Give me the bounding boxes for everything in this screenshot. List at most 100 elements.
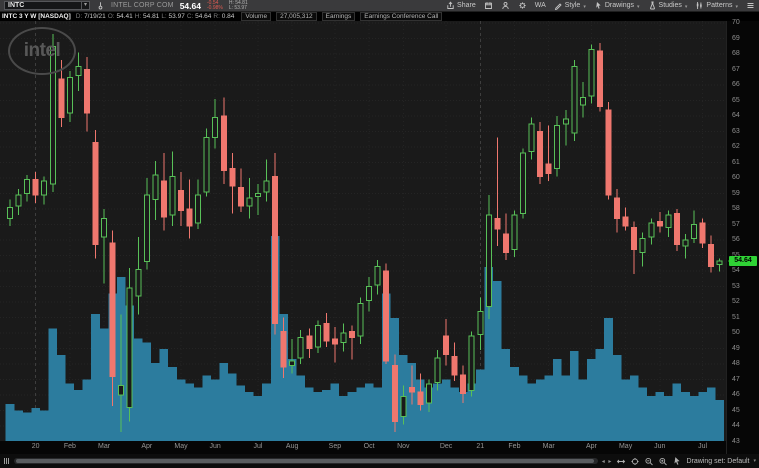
- last-price: 54.64: [179, 0, 201, 11]
- crosshair-icon[interactable]: [630, 457, 640, 466]
- flask-icon: [649, 1, 655, 10]
- time-tick-label: Apr: [141, 443, 153, 450]
- price-tick-label: 70: [732, 19, 740, 26]
- studies-button[interactable]: Studies ▾: [648, 1, 688, 10]
- readout-field: O: 54.41: [107, 13, 133, 20]
- price-tick-label: 51: [732, 313, 740, 321]
- scrollbar-thumb[interactable]: [16, 459, 594, 463]
- grip-icon[interactable]: [3, 457, 10, 465]
- price-tick-label: 59: [732, 189, 740, 197]
- scroll-step-arrows[interactable]: ◂ ▸: [602, 458, 613, 465]
- price-tick-label: 48: [732, 360, 740, 367]
- wa-button[interactable]: WA: [535, 2, 546, 9]
- price-tick-label: 66: [732, 81, 740, 88]
- readout-field: H: 54.81: [134, 13, 160, 20]
- time-tick-label: Jul: [253, 443, 263, 450]
- price-tick-label: 45: [732, 406, 740, 414]
- volume-indicator-button[interactable]: Volume: [241, 12, 272, 21]
- chart-canvas[interactable]: [0, 21, 726, 441]
- price-tick-label: 57: [732, 220, 740, 228]
- readout-field: R: 0.84: [213, 13, 235, 20]
- patterns-icon: [697, 2, 703, 9]
- time-tick-label: Oct: [363, 443, 375, 450]
- chevron-down-icon: ▾: [684, 3, 688, 10]
- user-icon[interactable]: [501, 1, 510, 10]
- price-change: -0.54 -0.98%: [206, 0, 223, 11]
- earnings-button[interactable]: Earnings: [321, 12, 356, 21]
- intel-logo-watermark: intel: [8, 27, 76, 75]
- cursor-icon: [596, 2, 601, 9]
- price-tick-label: 58: [732, 205, 740, 212]
- time-tick-label: Mar: [542, 443, 555, 450]
- symbol-value: INTC: [8, 2, 25, 9]
- price-tick-label: 56: [732, 236, 740, 243]
- link-icon[interactable]: [96, 1, 105, 10]
- pointer-icon[interactable]: [672, 456, 682, 466]
- price-tick-label: 60: [732, 174, 740, 181]
- menu-icon[interactable]: [746, 1, 755, 10]
- time-tick-label: Feb: [508, 443, 521, 450]
- time-tick-label: Feb: [63, 443, 76, 450]
- drawing-set-selector[interactable]: Drawing set: Default: [686, 458, 749, 465]
- time-tick-label: May: [174, 443, 188, 450]
- chevron-down-icon: ▾: [753, 458, 756, 464]
- price-tick-label: 44: [732, 422, 740, 429]
- time-axis[interactable]: 20 Feb Mar Apr May Jun Jul Aug Sep Oct Nov Dec 21 Feb…: [0, 441, 726, 454]
- price-tick-label: 67: [732, 65, 740, 73]
- price-tick-label: 69: [732, 34, 740, 42]
- chevron-down-icon[interactable]: ▾: [80, 2, 89, 9]
- chart-title: INTC 3 Y W [NASDAQ]: [2, 13, 71, 20]
- time-tick-label: Apr: [585, 443, 597, 450]
- patterns-button[interactable]: Patterns ▾: [695, 1, 738, 10]
- ohlc-readout: D: 7/19/21 O: 54.41 H: 54.81 L: 53.97 C: 54.…: [76, 13, 237, 20]
- style-button[interactable]: Style ▾: [554, 1, 586, 10]
- price-tick-label: 52: [732, 298, 740, 305]
- price-tick-label: 62: [732, 143, 740, 150]
- price-tick-label: 49: [732, 344, 740, 352]
- time-tick-label: Dec: [439, 443, 453, 450]
- volume-value: 27,005,312: [276, 12, 317, 21]
- chevron-down-icon: ▾: [735, 3, 738, 10]
- price-tick-label: 63: [732, 127, 740, 135]
- time-tick-label: May: [618, 443, 633, 450]
- chevron-down-icon: ▾: [583, 3, 586, 10]
- pan-icon[interactable]: [616, 457, 626, 466]
- price-tick-label: 65: [732, 96, 740, 104]
- readout-field: D: 7/19/21: [75, 13, 106, 20]
- chevron-down-icon: ▾: [637, 3, 640, 10]
- time-tick-label: Aug: [285, 443, 299, 450]
- drawings-button[interactable]: Drawings ▾: [594, 1, 640, 10]
- zoom-in-icon[interactable]: [658, 457, 668, 466]
- pencil-icon: [554, 3, 562, 10]
- time-scrollbar[interactable]: [14, 458, 598, 464]
- day-high-low: H: 54.81 L: 53.97: [228, 0, 248, 11]
- toolbar-actions: Share WA Style ▾ Drawings ▾ Studies ▾ Pa…: [446, 1, 755, 10]
- bottom-bar: ◂ ▸ Drawing set: Default ▾: [0, 454, 759, 468]
- zoom-out-icon[interactable]: [644, 457, 654, 466]
- price-tick-label: 47: [732, 375, 740, 383]
- chart-readout-bar: INTC 3 Y W [NASDAQ] D: 7/19/21 O: 54.41 H:…: [0, 12, 759, 21]
- time-tick-label: 20: [31, 443, 40, 450]
- time-tick-label: Sep: [328, 443, 342, 450]
- readout-field: C: 54.64: [186, 13, 212, 20]
- tc2000-window: INTC ▾ INTEL CORP COM 54.64 -0.54 -0.98% …: [0, 0, 759, 468]
- price-tick-label: 61: [732, 158, 740, 166]
- last-price-label: 54.64: [728, 256, 757, 267]
- price-tick-label: 50: [732, 329, 740, 336]
- earnings-call-button[interactable]: Earnings Conference Call: [360, 12, 443, 21]
- calendar-icon[interactable]: [484, 1, 493, 10]
- gear-icon[interactable]: [518, 1, 527, 10]
- share-icon: [447, 1, 454, 9]
- chart-area[interactable]: intel: [0, 21, 726, 441]
- top-toolbar: INTC ▾ INTEL CORP COM 54.64 -0.54 -0.98% …: [0, 0, 759, 12]
- price-axis[interactable]: 43 44 45 46 47 48 49 50 51 52 53 54 55 56 57 58 59 60 61 62…: [726, 19, 759, 454]
- time-tick-label: Nov: [397, 443, 410, 450]
- price-tick-label: 68: [732, 50, 740, 57]
- readout-field: L: 53.97: [161, 13, 185, 20]
- time-tick-label: Jul: [698, 443, 708, 450]
- price-tick-label: 53: [732, 282, 740, 290]
- share-button[interactable]: Share: [446, 1, 476, 10]
- time-tick-label: 21: [476, 443, 485, 450]
- symbol-input[interactable]: INTC ▾: [4, 1, 90, 10]
- price-tick-label: 54: [732, 267, 740, 274]
